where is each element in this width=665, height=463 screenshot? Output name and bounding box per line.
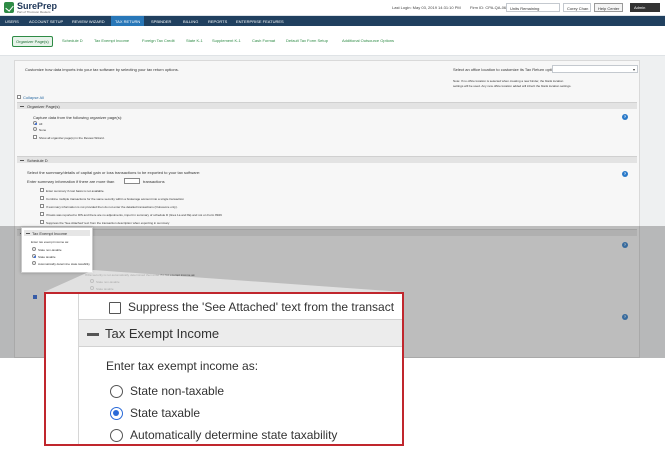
suppress-see-attached-checkbox-zoom[interactable] (109, 302, 121, 314)
state-taxable-radio[interactable] (110, 407, 123, 420)
tax-exempt-zoom-callout: Suppress the 'See Attached' text from th… (44, 292, 404, 446)
auto-determine-label: Automatically determine state taxability (130, 428, 338, 442)
tax-exempt-prompt: Enter tax exempt income as: (106, 359, 259, 373)
state-non-taxable-label: State non-taxable (130, 384, 225, 398)
state-taxable-label: State taxable (130, 406, 201, 420)
tax-exempt-section-title: Tax Exempt Income (105, 326, 220, 341)
zoom-divider (78, 294, 79, 444)
collapse-icon (87, 333, 99, 336)
state-non-taxable-radio[interactable] (110, 385, 123, 398)
tax-exempt-section-header-zoom[interactable]: Tax Exempt Income (79, 319, 402, 347)
zoom-connector-shape (44, 270, 404, 292)
auto-determine-radio[interactable] (110, 429, 123, 442)
suppress-see-attached-label-zoom: Suppress the 'See Attached' text from th… (128, 300, 395, 314)
zoom-left-strip (46, 294, 79, 444)
